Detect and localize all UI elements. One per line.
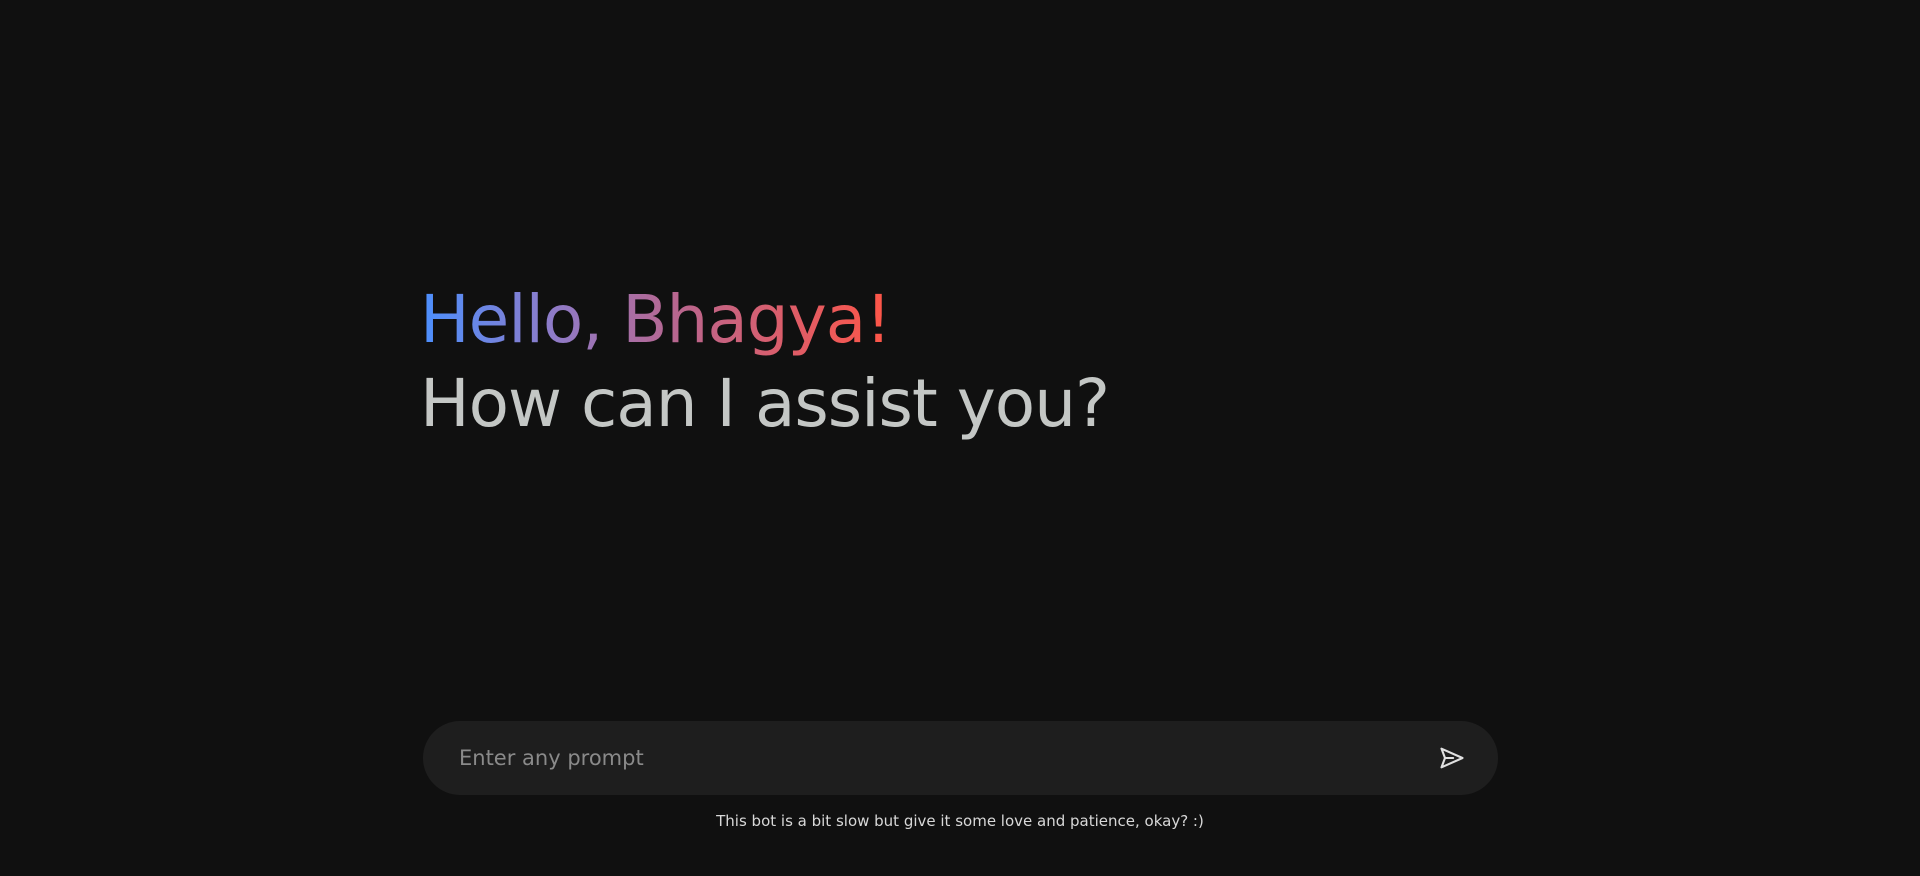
send-icon <box>1440 747 1464 769</box>
footer-note: This bot is a bit slow but give it some … <box>716 812 1204 830</box>
greeting: Hello, Bhagya! How can I assist you? <box>420 278 1520 446</box>
prompt-bar <box>423 721 1498 795</box>
chat-page: Hello, Bhagya! How can I assist you? Thi… <box>0 0 1920 876</box>
greeting-hello: Hello, Bhagya! <box>420 278 892 362</box>
greeting-question: How can I assist you? <box>420 365 1110 442</box>
prompt-input[interactable] <box>457 737 1432 779</box>
send-button[interactable] <box>1432 738 1472 778</box>
